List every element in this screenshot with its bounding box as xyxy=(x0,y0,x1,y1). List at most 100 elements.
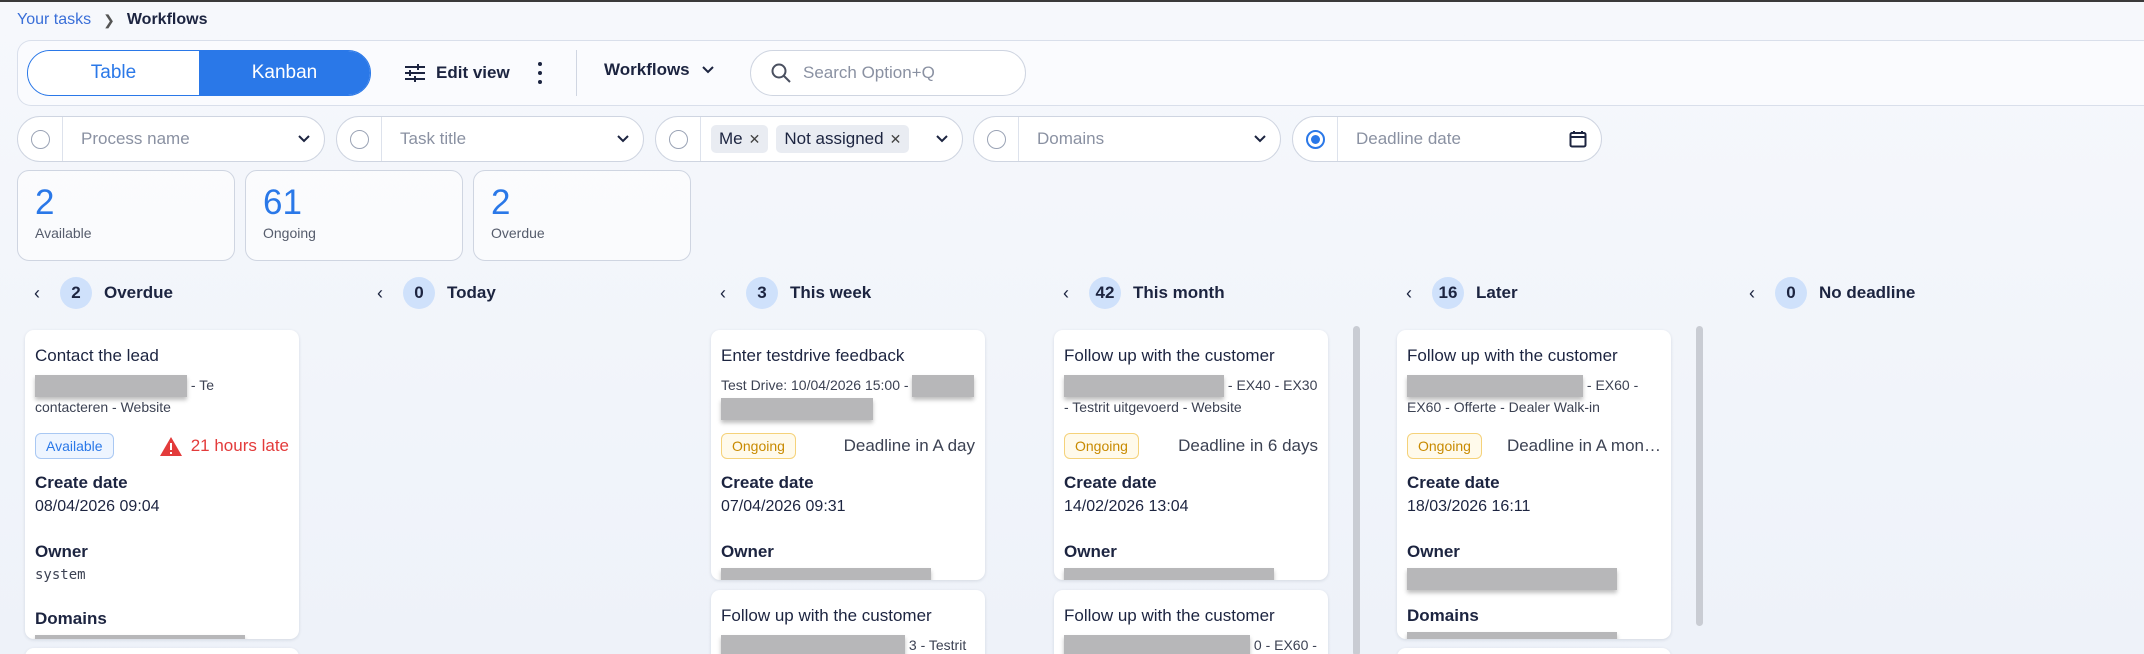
card-subtitle-tail: - Te xyxy=(190,377,214,393)
task-card[interactable]: Enter testdrive feedback Test Drive: 10/… xyxy=(711,330,985,580)
chip-label: Me xyxy=(719,129,743,148)
deadline-text: Deadline in 6 days xyxy=(1178,436,1318,455)
assignee-filter[interactable]: Me ✕ Not assigned ✕ xyxy=(655,116,963,162)
assignee-chip-me[interactable]: Me ✕ xyxy=(711,125,769,153)
task-card[interactable]: Follow up with the customer 3 - Testrit xyxy=(711,590,985,654)
redacted-block xyxy=(721,568,931,580)
create-date-label: Create date xyxy=(721,473,814,492)
stat-overdue[interactable]: 2 Overdue xyxy=(473,170,691,261)
task-card[interactable]: Contact the lead - Te contacteren - Webs… xyxy=(25,330,299,639)
column-scrollbar[interactable] xyxy=(1696,326,1703,626)
status-badge: Ongoing xyxy=(721,433,796,459)
chevron-left-icon[interactable]: ‹ xyxy=(720,283,734,304)
card-subtitle-line2: contacteren - Website xyxy=(35,399,171,416)
domains-filter[interactable]: Domains xyxy=(973,116,1281,162)
card-title: Follow up with the customer xyxy=(1407,346,1618,365)
assignee-chip-not-assigned[interactable]: Not assigned ✕ xyxy=(776,125,910,153)
task-title-radio[interactable] xyxy=(349,129,369,149)
create-date-value: 14/02/2026 13:04 xyxy=(1064,498,1189,515)
deadline-date-radio[interactable] xyxy=(1305,129,1325,149)
column-title: No deadline xyxy=(1819,283,1916,302)
card-subtitle: 3 - Testrit xyxy=(721,635,975,654)
domains-label: Domains xyxy=(1407,606,1479,625)
calendar-icon[interactable] xyxy=(1569,130,1587,148)
chevron-right-icon: ❯ xyxy=(103,11,115,28)
redacted-block xyxy=(721,397,873,420)
domains-placeholder: Domains xyxy=(1037,129,1105,148)
column-count: 2 xyxy=(60,277,92,309)
card-title: Follow up with the customer xyxy=(1064,606,1275,625)
chevron-left-icon[interactable]: ‹ xyxy=(1406,283,1420,304)
chevron-left-icon[interactable]: ‹ xyxy=(377,283,391,304)
deadline-date-placeholder: Deadline date xyxy=(1356,129,1461,148)
create-date-label: Create date xyxy=(1407,473,1500,492)
redacted-block xyxy=(721,635,905,654)
chevron-down-icon xyxy=(298,135,310,143)
column-title: This week xyxy=(790,283,872,302)
redacted-block xyxy=(1407,568,1617,590)
process-name-radio[interactable] xyxy=(30,129,50,149)
card-subtitle-tail: - EX60 - xyxy=(1586,377,1639,393)
edit-view-button[interactable]: Edit view xyxy=(404,58,510,88)
chevron-left-icon[interactable]: ‹ xyxy=(1749,283,1763,304)
process-name-placeholder: Process name xyxy=(81,129,190,148)
breadcrumb: Your tasks ❯ Workflows xyxy=(17,11,207,29)
redacted-block xyxy=(912,375,975,398)
create-date-value: 18/03/2026 16:11 xyxy=(1407,498,1531,515)
create-date-value: 07/04/2026 09:31 xyxy=(721,498,846,515)
chevron-left-icon[interactable]: ‹ xyxy=(1063,283,1077,304)
card-title: Follow up with the customer xyxy=(721,606,932,625)
task-card[interactable] xyxy=(25,648,299,654)
column-title: Later xyxy=(1476,283,1518,302)
create-date-label: Create date xyxy=(1064,473,1157,492)
status-badge: Ongoing xyxy=(1064,433,1139,459)
breadcrumb-your-tasks-link[interactable]: Your tasks xyxy=(17,11,91,29)
column-scrollbar[interactable] xyxy=(1353,326,1360,654)
domains-label: Domains xyxy=(35,609,107,628)
redacted-block xyxy=(35,375,187,398)
domains-radio[interactable] xyxy=(986,129,1006,149)
close-icon[interactable]: ✕ xyxy=(890,131,902,148)
column-header-today: ‹ 0 Today xyxy=(377,277,496,309)
assignee-radio[interactable] xyxy=(668,129,688,149)
more-options-icon[interactable] xyxy=(536,62,544,84)
redacted-block xyxy=(1064,635,1250,654)
search-box xyxy=(750,50,1026,96)
stat-ongoing[interactable]: 61 Ongoing xyxy=(245,170,463,261)
owner-value: system xyxy=(35,567,86,583)
task-card[interactable]: Follow up with the customer - EX60 - EX6… xyxy=(1397,330,1671,639)
redacted-block xyxy=(1064,375,1224,398)
card-title: Contact the lead xyxy=(35,346,159,365)
owner-label: Owner xyxy=(1407,542,1460,561)
table-view-button[interactable]: Table xyxy=(28,51,199,95)
column-count: 0 xyxy=(1775,277,1807,309)
column-header-later: ‹ 16 Later xyxy=(1406,277,1518,309)
edit-view-label: Edit view xyxy=(436,63,510,82)
task-title-filter[interactable]: Task title xyxy=(336,116,644,162)
column-header-this-week: ‹ 3 This week xyxy=(720,277,872,309)
stat-available[interactable]: 2 Available xyxy=(17,170,235,261)
card-subtitle-tail: 0 - EX60 - xyxy=(1253,637,1317,653)
chevron-left-icon[interactable]: ‹ xyxy=(34,283,48,304)
search-input[interactable] xyxy=(803,63,1003,83)
kanban-view-button[interactable]: Kanban xyxy=(199,51,370,95)
task-card[interactable]: Follow up with the customer 0 - EX60 - xyxy=(1054,590,1328,654)
card-subtitle-line2: EX60 - Offerte - Dealer Walk-in xyxy=(1407,399,1600,416)
task-card[interactable]: Follow up with the customer - EX40 - EX3… xyxy=(1054,330,1328,580)
card-subtitle-line2: - Testrit uitgevoerd - Website xyxy=(1064,399,1242,416)
task-title-placeholder: Task title xyxy=(400,129,467,148)
deadline-date-filter[interactable]: Deadline date xyxy=(1292,116,1602,162)
close-icon[interactable]: ✕ xyxy=(749,131,761,148)
process-name-filter[interactable]: Process name xyxy=(17,116,325,162)
card-title: Enter testdrive feedback xyxy=(721,346,905,365)
card-subtitle-tail: - EX40 - EX30 xyxy=(1227,377,1318,393)
task-card[interactable] xyxy=(1397,648,1671,654)
stat-label: Available xyxy=(35,225,92,241)
owner-label: Owner xyxy=(1064,542,1117,561)
owner-label: Owner xyxy=(721,542,774,561)
workflows-select[interactable]: Workflows xyxy=(604,60,714,80)
card-subtitle: 0 - EX60 - xyxy=(1064,635,1318,654)
column-count: 42 xyxy=(1089,277,1121,309)
stat-value: 61 xyxy=(263,183,302,222)
late-text: 21 hours late xyxy=(190,436,289,455)
